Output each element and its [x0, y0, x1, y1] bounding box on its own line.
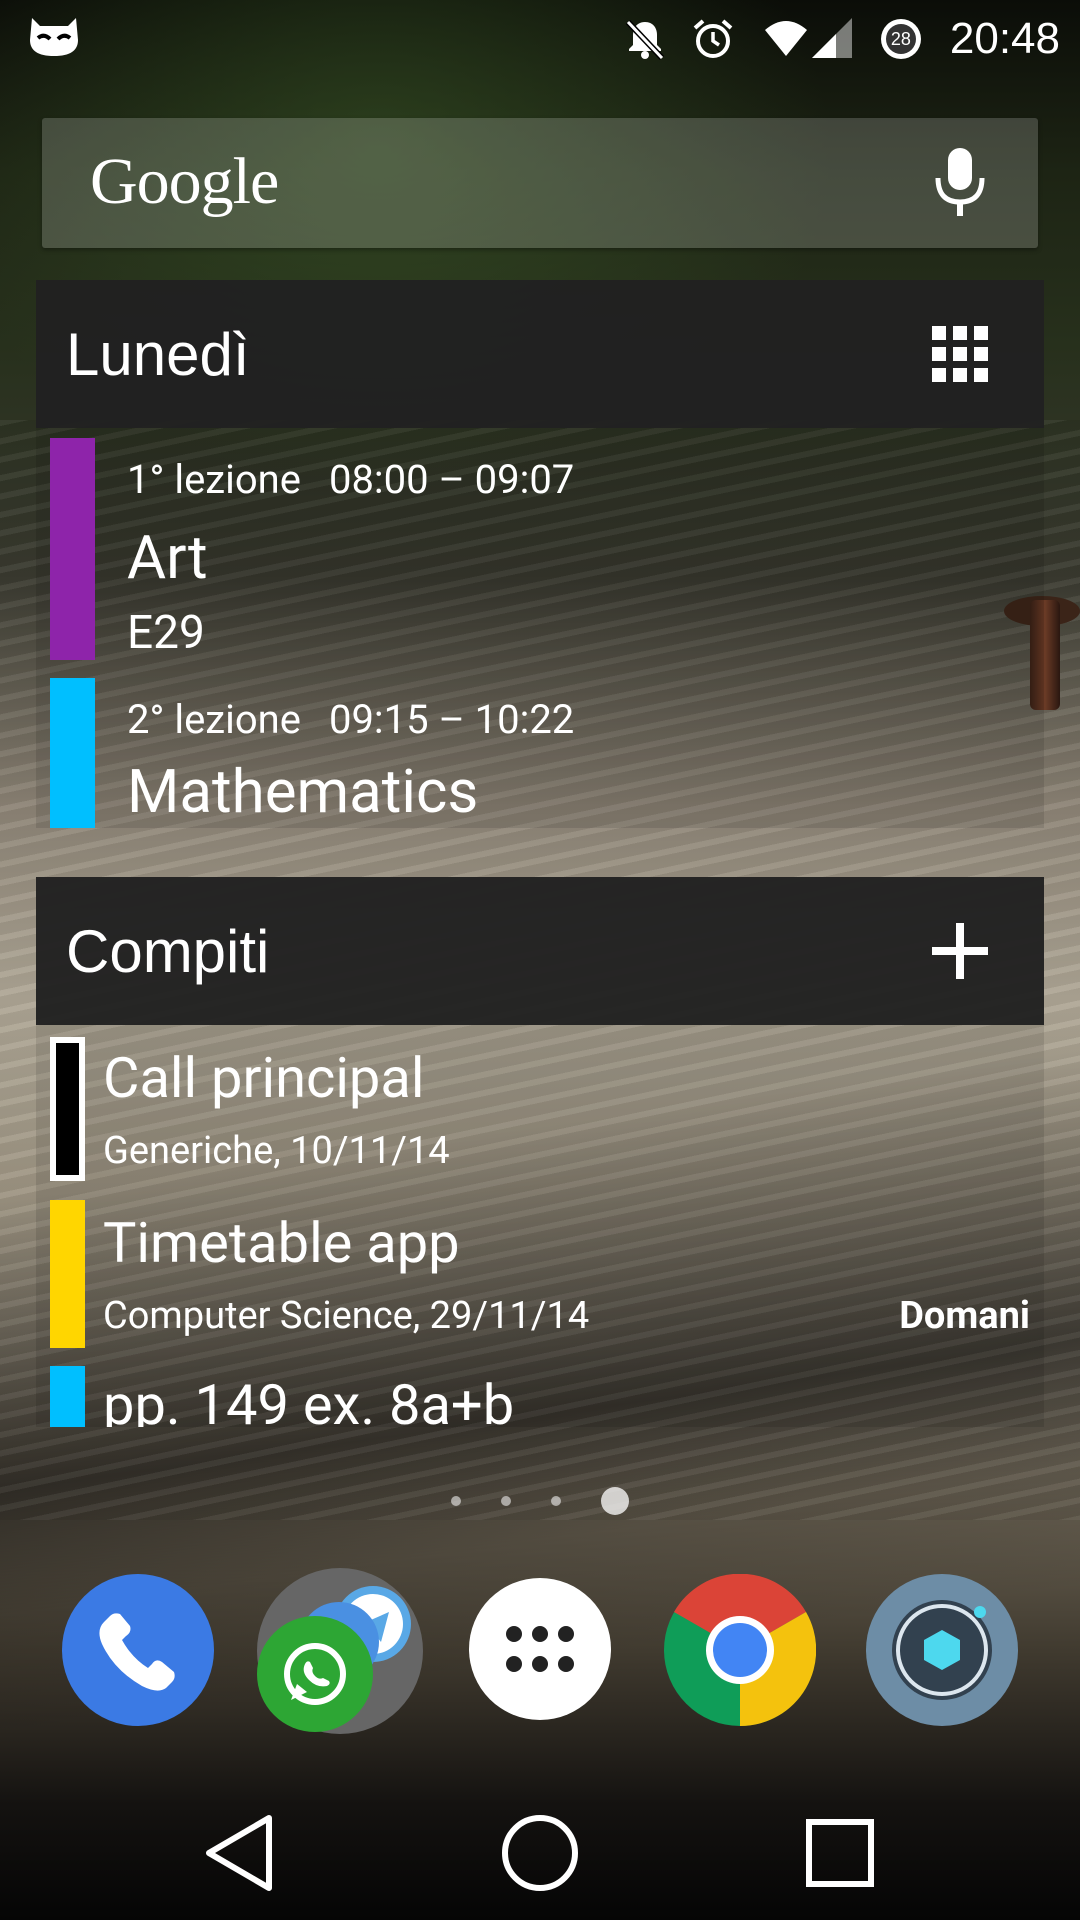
cyanogenmod-icon	[30, 18, 78, 56]
app-drawer-icon[interactable]	[469, 1578, 611, 1720]
navigation-bar	[0, 1780, 1080, 1920]
task-item[interactable]: Call principal Generiche, 10/11/14	[36, 1037, 1044, 1187]
page-dot[interactable]	[501, 1496, 511, 1506]
camera-icon[interactable]	[866, 1574, 1018, 1726]
status-clock: 20:48	[949, 14, 1060, 63]
status-bar: 28 20:48	[0, 0, 1080, 78]
task-color-bar	[50, 1037, 85, 1181]
page-dot[interactable]	[451, 1496, 461, 1506]
lesson-time: 09:15 – 10:22	[328, 696, 575, 743]
task-title: pp. 149 ex. 8a+b	[103, 1372, 515, 1427]
home-icon[interactable]	[495, 1808, 585, 1898]
lesson-item[interactable]: 1° lezione 08:00 – 09:07 Art E29	[36, 438, 1044, 668]
notifications-muted-icon	[625, 19, 665, 61]
task-title: Call principal	[103, 1045, 425, 1111]
lesson-color-bar	[50, 438, 95, 660]
task-subtitle: Computer Science, 29/11/14	[103, 1294, 590, 1338]
lesson-time: 08:00 – 09:07	[328, 456, 575, 503]
lesson-subject: Mathematics	[127, 756, 479, 827]
back-icon[interactable]	[193, 1808, 283, 1898]
page-dot[interactable]	[551, 1496, 561, 1506]
phone-icon[interactable]	[62, 1574, 214, 1726]
tasks-widget-header[interactable]: Compiti	[36, 877, 1044, 1025]
task-item[interactable]: Timetable app Computer Science, 29/11/14…	[36, 1200, 1044, 1350]
timetable-list: 1° lezione 08:00 – 09:07 Art E29 2° lezio…	[36, 428, 1044, 828]
timetable-day-title: Lunedì	[66, 321, 250, 388]
google-search-bar[interactable]: Google	[42, 118, 1038, 248]
task-subtitle: Generiche, 10/11/14	[103, 1129, 450, 1173]
grid-icon[interactable]	[930, 324, 990, 384]
lesson-color-bar	[50, 678, 95, 828]
add-icon[interactable]	[930, 921, 990, 981]
task-title: Timetable app	[103, 1210, 460, 1276]
timetable-widget-header[interactable]: Lunedì	[36, 280, 1044, 428]
alarm-icon	[693, 19, 733, 58]
badge-count: 28	[890, 28, 911, 49]
lesson-number: 2° lezione	[127, 696, 301, 743]
signal-icon	[811, 18, 852, 58]
tasks-list: Call principal Generiche, 10/11/14 Timet…	[36, 1025, 1044, 1427]
task-color-bar	[50, 1200, 85, 1348]
chrome-icon[interactable]	[664, 1573, 817, 1727]
recents-icon[interactable]	[795, 1808, 885, 1898]
page-indicator	[0, 1486, 1080, 1516]
messaging-folder-icon[interactable]	[257, 1568, 423, 1734]
page-dot-active[interactable]	[601, 1487, 629, 1515]
task-due-label: Domani	[899, 1294, 1030, 1338]
lesson-number: 1° lezione	[127, 456, 301, 503]
badge-icon: 28	[878, 16, 924, 62]
task-item[interactable]: pp. 149 ex. 8a+b	[36, 1366, 1044, 1427]
wifi-icon	[764, 21, 807, 56]
lesson-subject: Art	[127, 522, 208, 593]
google-logo: Google	[90, 145, 279, 218]
task-color-bar	[50, 1366, 85, 1427]
mic-icon[interactable]	[930, 144, 990, 224]
lesson-item[interactable]: 2° lezione 09:15 – 10:22 Mathematics	[36, 678, 1044, 828]
tasks-title: Compiti	[66, 918, 270, 985]
lesson-room: E29	[127, 606, 205, 660]
